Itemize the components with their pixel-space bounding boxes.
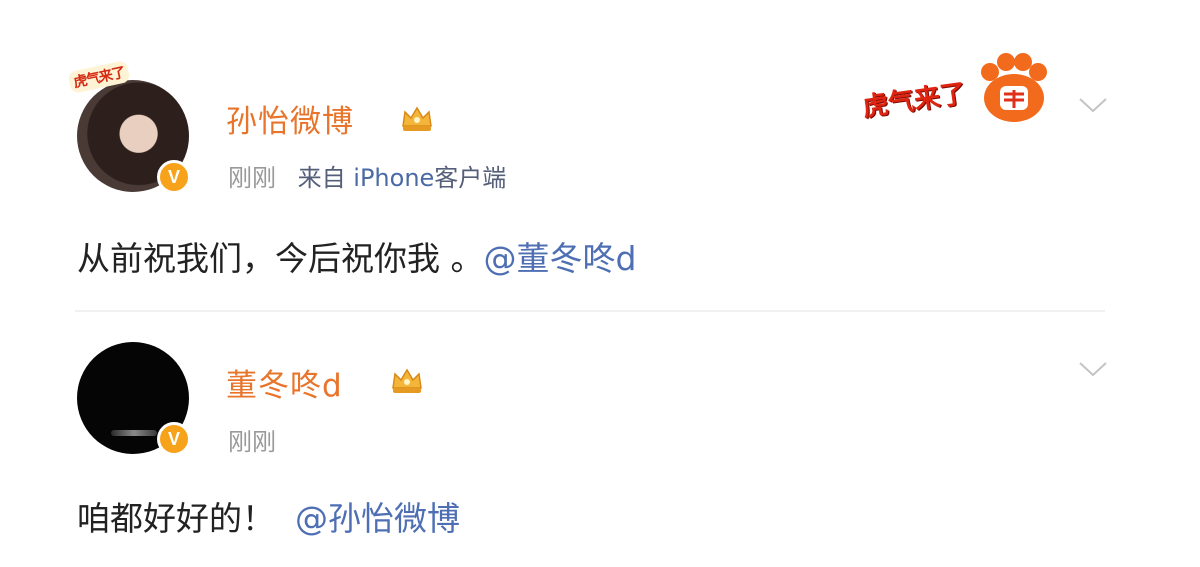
- weibo-post: 虎气来了 V 孙怡微博 刚刚 来自 iPhone客户端 虎气来了 从前祝我们，今…: [0, 0, 1200, 310]
- author-name[interactable]: 孙怡微博: [226, 96, 354, 141]
- source-suffix: 客户端: [434, 164, 507, 192]
- avatar[interactable]: V: [77, 342, 191, 456]
- avatar[interactable]: 虎气来了 V: [67, 60, 191, 194]
- post-content: 从前祝我们，今后祝你我 。@董冬咚d: [77, 232, 636, 280]
- verified-badge-icon: V: [157, 422, 191, 456]
- tiger-paw-icon: [981, 53, 1047, 122]
- mention-link[interactable]: @孙怡微博: [295, 499, 460, 538]
- weibo-post: V 董冬咚d 刚刚 咱都好好的！ @孙怡微博: [0, 312, 1200, 567]
- source-device: iPhone: [353, 164, 435, 192]
- post-text: 咱都好好的！: [77, 499, 275, 538]
- chevron-down-icon[interactable]: [1078, 96, 1108, 114]
- chevron-down-icon[interactable]: [1078, 360, 1108, 378]
- post-time: 刚刚: [228, 428, 276, 456]
- sticker-text: 虎气来了: [860, 78, 968, 124]
- verified-badge-icon: V: [157, 160, 191, 194]
- mention-link[interactable]: @董冬咚d: [484, 239, 637, 278]
- post-text: 从前祝我们，今后祝你我 。: [77, 239, 484, 278]
- crown-icon: [392, 368, 422, 393]
- author-name[interactable]: 董冬咚d: [226, 360, 343, 405]
- post-time: 刚刚: [228, 164, 276, 192]
- source-prefix: 来自: [297, 164, 346, 192]
- crown-icon: [402, 106, 432, 131]
- post-content: 咱都好好的！ @孙怡微博: [77, 492, 460, 540]
- post-source: 来自 iPhone客户端: [298, 164, 507, 192]
- tiger-sticker: 虎气来了: [860, 40, 1062, 130]
- post-meta: 刚刚 来自 iPhone客户端: [228, 158, 506, 193]
